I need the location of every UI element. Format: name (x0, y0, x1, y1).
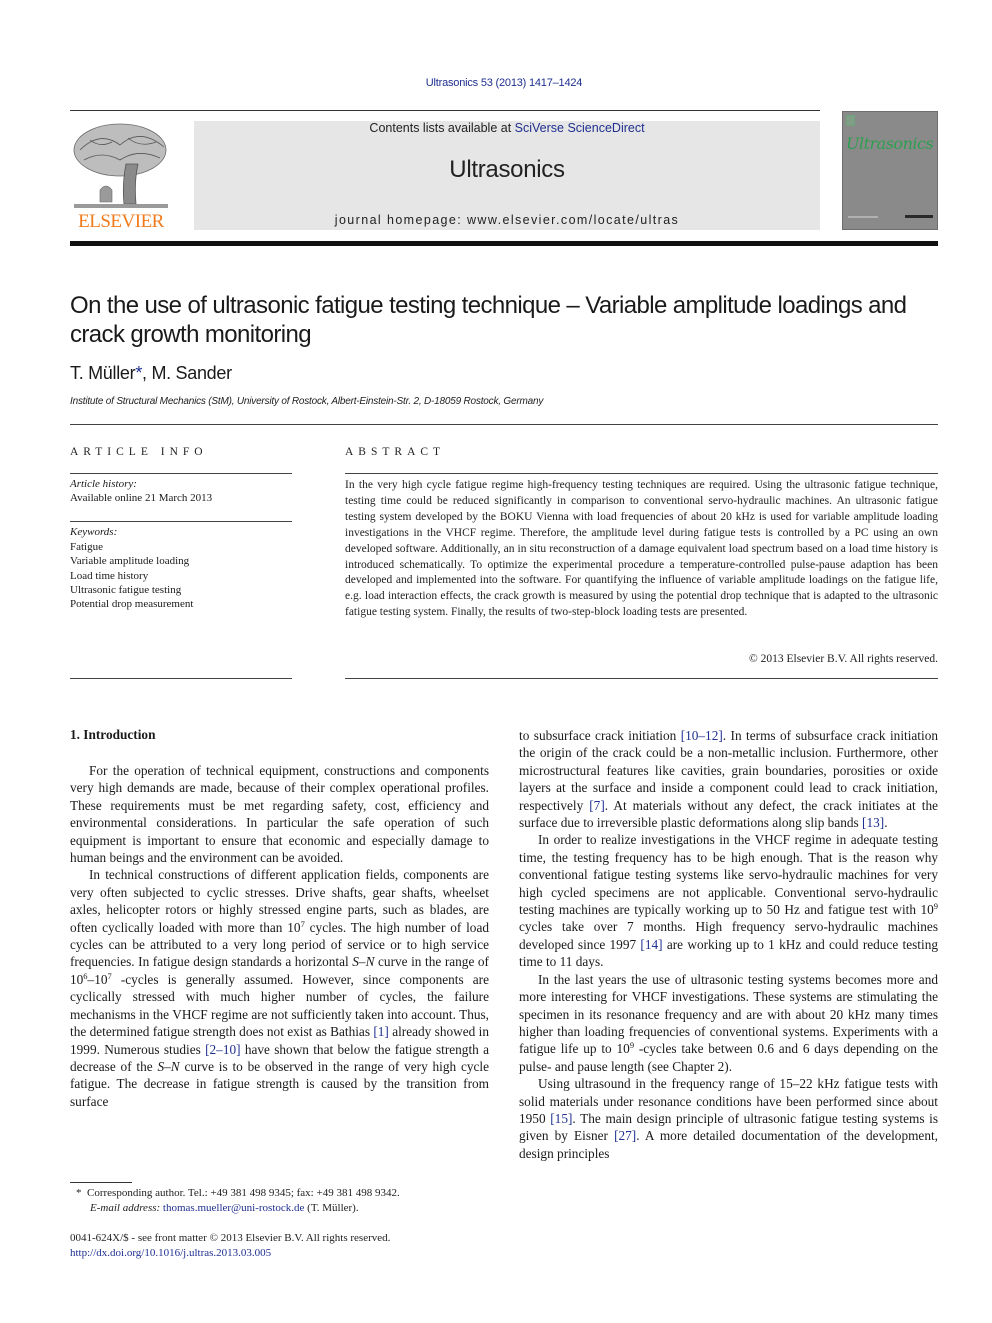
footnote-rule (70, 1182, 132, 1183)
citation-link[interactable]: [1] (373, 1024, 389, 1039)
article-history-label: Article history: (70, 478, 137, 490)
sn-curve-term: S–N (157, 1058, 180, 1074)
paragraph: In order to realize investigations in th… (519, 831, 938, 970)
paragraph: to subsurface crack initiation [10–12]. … (519, 727, 938, 831)
tree-icon (73, 123, 168, 208)
sciencedirect-link[interactable]: SciVerse ScienceDirect (515, 121, 645, 135)
doi-link[interactable]: http://dx.doi.org/10.1016/j.ultras.2013.… (70, 1246, 390, 1261)
abstract-heading: ABSTRACT (345, 446, 446, 458)
citation-link[interactable]: [7] (589, 798, 605, 813)
keyword-item: Load time history (70, 569, 149, 582)
author-name[interactable]: M. Sander (151, 363, 232, 383)
keyword-item: Potential drop measurement (70, 598, 194, 611)
citation-link[interactable]: [15] (550, 1111, 572, 1126)
email-link[interactable]: thomas.mueller@uni-rostock.de (163, 1202, 305, 1214)
body-column-right: to subsurface crack initiation [10–12]. … (519, 727, 938, 1162)
elsevier-wordmark: ELSEVIER (78, 211, 164, 232)
journal-citation-link[interactable]: Ultrasonics 53 (2013) 1417–1424 (0, 77, 992, 89)
journal-cover-thumbnail[interactable] (842, 111, 938, 230)
author-affiliation: Institute of Structural Mechanics (StM),… (70, 396, 544, 407)
article-info-heading: ARTICLE INFO (70, 446, 208, 458)
header-thick-rule (70, 241, 938, 246)
email-note: E-mail address: thomas.mueller@uni-rosto… (76, 1201, 400, 1216)
keyword-item: Fatigue (70, 541, 103, 553)
text-run: to subsurface crack initiation (519, 728, 681, 743)
journal-homepage: journal homepage: www.elsevier.com/locat… (334, 213, 680, 227)
issn-block: 0041-624X/$ - see front matter © 2013 El… (70, 1231, 390, 1260)
citation-link[interactable]: [10–12] (681, 728, 723, 743)
citation-link[interactable]: [14] (640, 937, 662, 952)
cover-publisher-mark-icon (846, 115, 855, 126)
keywords-label: Keywords: (70, 526, 118, 538)
divider (345, 678, 938, 679)
divider (70, 424, 938, 425)
abstract-text: In the very high cycle fatigue regime hi… (345, 479, 938, 619)
divider (70, 521, 292, 522)
paragraph: For the operation of technical equipment… (70, 763, 489, 866)
email-label: E-mail address: (90, 1201, 161, 1214)
text-run: –10 (87, 971, 108, 987)
issn-line: 0041-624X/$ - see front matter © 2013 El… (70, 1232, 391, 1244)
contents-line: Contents lists available at SciVerse Sci… (194, 121, 820, 135)
article-title: On the use of ultrasonic fatigue testing… (70, 292, 907, 348)
author-name[interactable]: T. Müller (70, 363, 136, 383)
cover-title: Ultrasonics (846, 134, 934, 153)
keyword-item: Ultrasonic fatigue testing (70, 583, 182, 596)
divider (70, 473, 292, 474)
divider (70, 678, 292, 679)
contents-prefix: Contents lists available at (369, 121, 515, 135)
sn-curve-term: S–N (352, 954, 375, 970)
paragraph: In the last years the use of ultrasonic … (519, 971, 938, 1075)
superscript: 9 (933, 901, 938, 912)
footnote-marker: * (76, 1187, 82, 1199)
footnote-text: Corresponding author. Tel.: +49 381 498 … (87, 1187, 400, 1199)
cover-footer-logo (905, 215, 933, 218)
journal-name: Ultrasonics (449, 156, 565, 183)
citation-link[interactable]: [2–10] (205, 1042, 240, 1057)
paragraph: In technical constructions of different … (70, 866, 489, 1110)
article-history-value: Available online 21 March 2013 (70, 492, 213, 504)
keywords-list: Fatigue Variable amplitude loading Load … (70, 540, 193, 611)
body-column-left: For the operation of technical equipment… (70, 762, 489, 1110)
text-run: . (884, 815, 888, 831)
paragraph: Using ultrasound in the frequency range … (519, 1075, 938, 1162)
divider (345, 473, 938, 474)
keyword-item: Variable amplitude loading (70, 555, 190, 568)
cover-footer-text (848, 216, 878, 218)
corresponding-author-note: * Corresponding author. Tel.: +49 381 49… (76, 1186, 400, 1201)
footnote-text: (T. Müller). (304, 1201, 359, 1214)
abstract-copyright: © 2013 Elsevier B.V. All rights reserved… (749, 653, 938, 665)
text-run: In order to realize investigations in th… (519, 832, 938, 918)
author-list: T. Müller*, M. Sander (70, 363, 232, 384)
footnote: * Corresponding author. Tel.: +49 381 49… (76, 1186, 400, 1215)
citation-link[interactable]: [13] (862, 815, 884, 830)
section-heading-introduction: 1. Introduction (70, 727, 156, 742)
citation-link[interactable]: [27] (614, 1128, 636, 1143)
header-rule (70, 110, 820, 111)
